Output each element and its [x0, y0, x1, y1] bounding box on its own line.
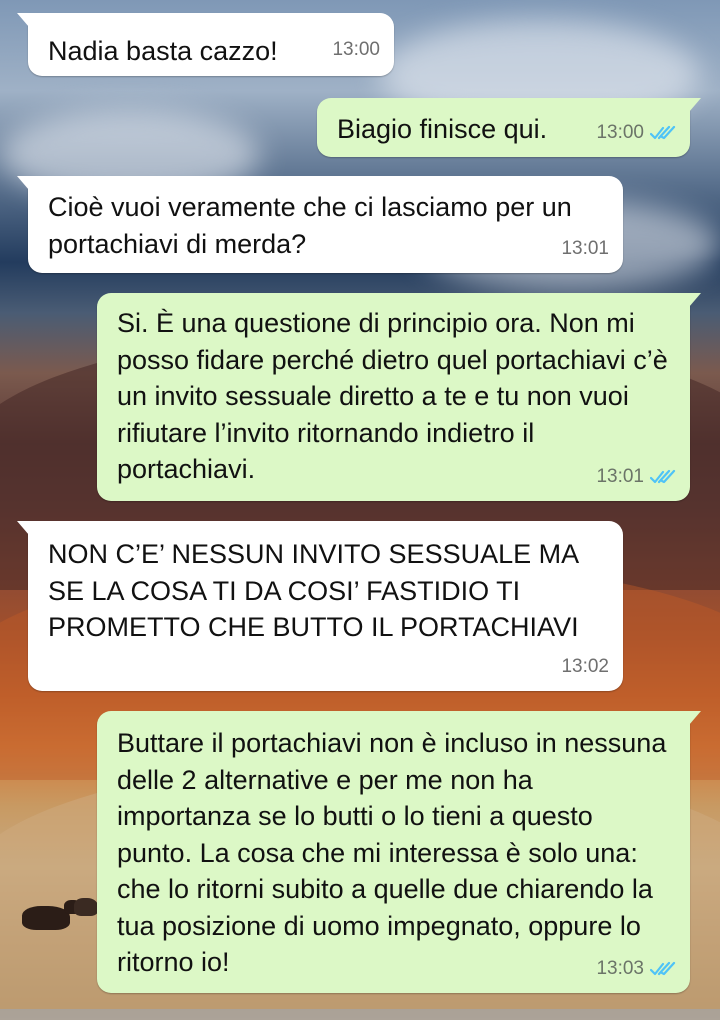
message-meta: 13:00 — [596, 115, 676, 152]
message-text: Cioè vuoi veramente che ci lasciamo per … — [48, 192, 572, 259]
message-time: 13:01 — [596, 465, 644, 487]
message-time: 13:01 — [561, 237, 609, 259]
message-text: Buttare il portachiavi non è incluso in … — [117, 728, 667, 977]
message-time: 13:00 — [596, 121, 644, 143]
message-meta: 13:00 — [332, 32, 380, 69]
message-meta: 13:01 — [561, 231, 609, 268]
double-check-icon — [650, 469, 676, 485]
message-bubble-outgoing[interactable]: Si. È una questione di principio ora. No… — [97, 293, 701, 501]
message-meta: 13:02 — [561, 649, 609, 686]
message-bubble-outgoing[interactable]: Biagio finisce qui. 13:00 — [317, 98, 701, 157]
message-bubble-incoming[interactable]: NON C’E’ NESSUN INVITO SESSUALE MA SE LA… — [17, 521, 623, 691]
message-meta: 13:03 — [596, 951, 676, 988]
message-time: 13:00 — [332, 38, 380, 60]
message-text: Si. È una questione di principio ora. No… — [117, 308, 668, 484]
message-text: NON C’E’ NESSUN INVITO SESSUALE MA SE LA… — [48, 539, 579, 642]
message-time: 13:02 — [561, 655, 609, 677]
message-bubble-outgoing[interactable]: Buttare il portachiavi non è incluso in … — [97, 711, 701, 993]
message-bubble-incoming[interactable]: Cioè vuoi veramente che ci lasciamo per … — [17, 176, 623, 273]
message-meta: 13:01 — [596, 459, 676, 496]
message-bubble-incoming[interactable]: Nadia basta cazzo! 13:00 — [17, 13, 394, 76]
double-check-icon — [650, 961, 676, 977]
message-time: 13:03 — [596, 957, 644, 979]
double-check-icon — [650, 125, 676, 141]
